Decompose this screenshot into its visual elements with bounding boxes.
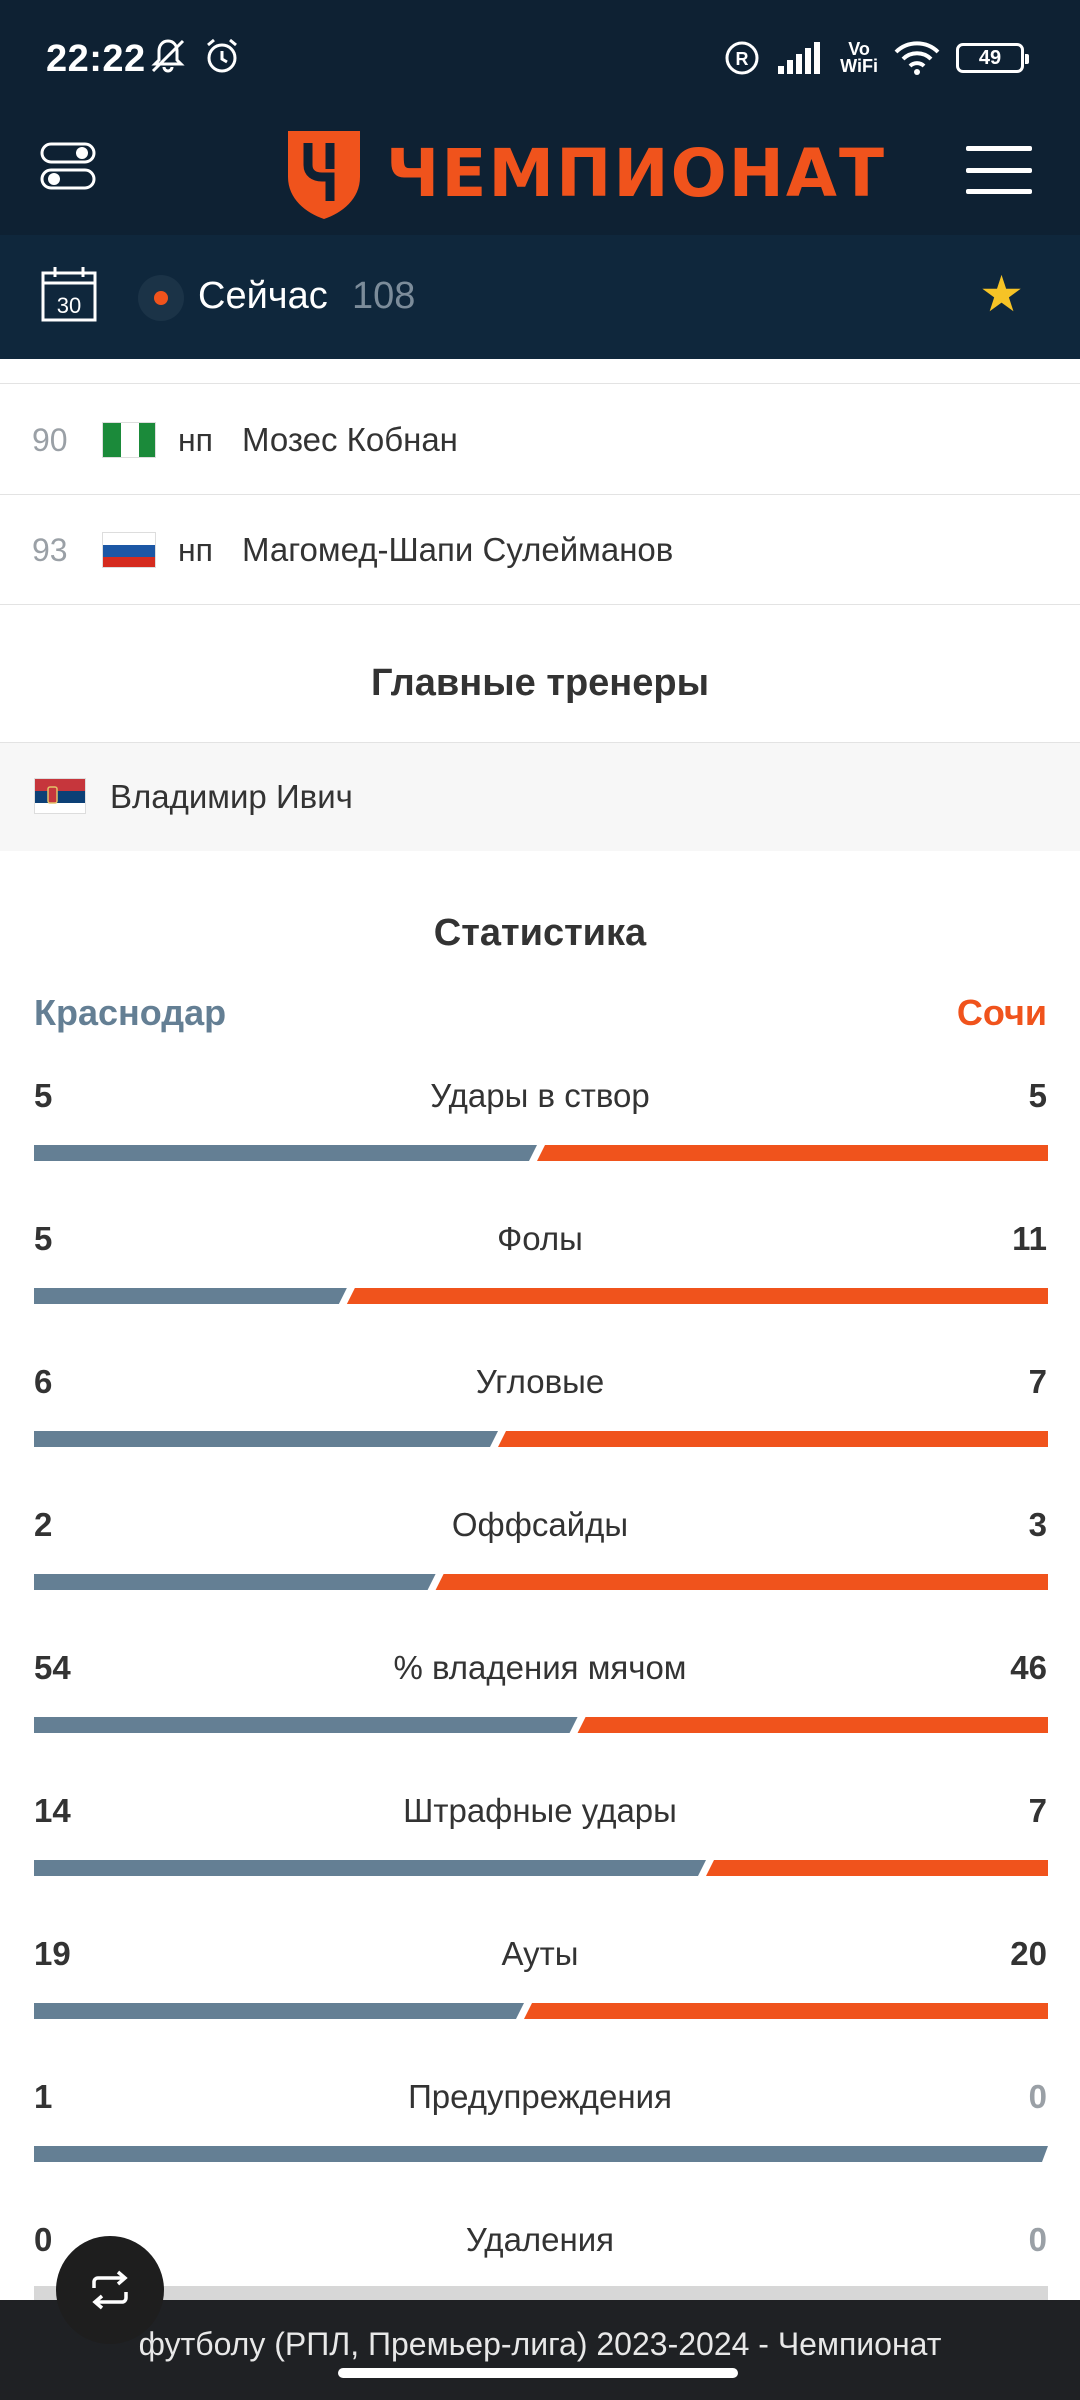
stat-row: 5 Удары в створ 5	[0, 1077, 1080, 1220]
stat-bar-home	[34, 1574, 436, 1590]
stat-bar-away	[435, 1574, 1048, 1590]
serbia-flag-icon	[34, 778, 86, 814]
statistics-title: Статистика	[433, 912, 647, 954]
stat-bar	[34, 1574, 1048, 1590]
now-count: 108	[352, 275, 416, 317]
stat-bar-home	[34, 1288, 347, 1304]
player-role: нп	[178, 421, 213, 458]
stat-row: 6 Угловые 7	[0, 1363, 1080, 1506]
stat-bar-home	[34, 2003, 524, 2019]
away-team-name: Сочи	[956, 992, 1047, 1033]
signal-icon	[778, 42, 821, 74]
svg-text:R: R	[736, 49, 749, 69]
stat-bar-home	[34, 1860, 706, 1876]
stat-label: Предупреждения	[408, 2078, 672, 2115]
coaches-title: Главные тренеры	[370, 662, 710, 704]
stat-bar-away	[346, 1288, 1048, 1304]
stat-away-value: 3	[1028, 1506, 1047, 1543]
list-item[interactable]: 90 нп Мозес Кобнан	[0, 386, 1080, 494]
battery-indicator: 49	[956, 43, 1029, 73]
player-number: 93	[32, 531, 68, 568]
coach-row[interactable]: Владимир Ивич	[0, 743, 1080, 851]
player-name[interactable]: Магомед-Шапи Сулейманов	[242, 531, 673, 569]
status-time: 22:22	[46, 38, 146, 80]
home-team-name: Краснодар	[34, 992, 227, 1033]
repeat-icon	[92, 2270, 128, 2310]
stat-label: Штрафные удары	[403, 1792, 677, 1829]
player-role: нп	[178, 531, 213, 568]
stat-label: % владения мячом	[393, 1649, 687, 1686]
list-item[interactable]: 93 нп Магомед-Шапи Сулейманов	[0, 496, 1080, 604]
stat-away-value: 0	[1028, 2078, 1047, 2115]
stat-away-value: 11	[1012, 1220, 1047, 1257]
vowifi-indicator: Vo WiFi	[840, 39, 878, 76]
stat-bar-away	[706, 1860, 1048, 1876]
wifi-icon	[894, 41, 940, 75]
page-title: футболу (РПЛ, Премьер-лига) 2023-2024 - …	[138, 2326, 942, 2362]
stat-away-value: 0	[1028, 2221, 1047, 2258]
now-label[interactable]: Сейчас	[198, 275, 328, 318]
stat-bar	[34, 2146, 1048, 2162]
stat-row: 5 Фолы 11	[0, 1220, 1080, 1363]
gesture-nav-handle[interactable]	[338, 2368, 738, 2378]
stat-bar	[34, 1288, 1048, 1304]
status-right-icons: R Vo WiFi 49	[724, 39, 1029, 76]
stat-row: 1 Предупреждения 0	[0, 2078, 1080, 2221]
stat-bar-home	[34, 1717, 578, 1733]
filters-toggle-icon[interactable]	[40, 138, 96, 194]
stat-bar	[34, 1145, 1048, 1161]
stat-bar-home	[34, 1431, 498, 1447]
stat-away-value: 20	[1010, 1935, 1047, 1972]
stat-bar	[34, 2003, 1048, 2019]
stat-bar-away	[577, 1717, 1048, 1733]
favorites-star-icon[interactable]: ★	[979, 269, 1024, 319]
status-bar: 22:22 R Vo WiFi 49	[0, 0, 1080, 110]
registered-icon: R	[725, 41, 759, 75]
championat-shield-icon	[288, 131, 360, 219]
calendar-icon[interactable]: 30	[40, 265, 98, 323]
divider	[0, 383, 1080, 384]
player-name[interactable]: Мозес Кобнан	[242, 421, 458, 459]
stat-label: Удары в створ	[430, 1077, 650, 1114]
stat-label: Оффсайды	[451, 1506, 629, 1543]
stat-bar-away	[524, 2003, 1048, 2019]
alarm-icon	[207, 38, 237, 73]
stat-bar	[34, 1860, 1048, 1876]
app-header: ЧЕМПИОНАТ	[0, 110, 1080, 235]
stat-bar	[34, 1431, 1048, 1447]
refresh-button[interactable]	[56, 2236, 164, 2344]
status-left-icons	[148, 36, 242, 76]
stat-row: 19 Ауты 20	[0, 1935, 1080, 2078]
stat-label: Ауты	[501, 1935, 579, 1972]
bottom-page-title-bar: футболу (РПЛ, Премьер-лига) 2023-2024 - …	[0, 2300, 1080, 2400]
stat-bar-home	[34, 2146, 1048, 2162]
nigeria-flag-icon	[102, 422, 156, 458]
stat-away-value: 5	[1028, 1077, 1047, 1114]
stat-label: Удаления	[465, 2221, 615, 2258]
stat-label: Фолы	[497, 1220, 583, 1257]
coach-name[interactable]: Владимир Ивич	[110, 778, 353, 816]
calendar-day: 30	[57, 293, 81, 318]
stat-row: 54% владения мячом 46	[0, 1649, 1080, 1792]
logo[interactable]: ЧЕМПИОНАТ	[284, 118, 886, 228]
live-indicator[interactable]	[138, 275, 184, 321]
stat-label: Угловые	[475, 1363, 605, 1400]
stat-away-value: 7	[1028, 1792, 1047, 1829]
divider	[0, 494, 1080, 495]
stat-row: 2 Оффсайды 3	[0, 1506, 1080, 1649]
divider	[0, 604, 1080, 605]
stat-bar-away	[498, 1431, 1048, 1447]
stat-away-value: 46	[1010, 1649, 1047, 1686]
stat-bar-away	[537, 1145, 1048, 1161]
mute-notifications-icon	[151, 39, 185, 73]
menu-icon[interactable]	[966, 146, 1032, 194]
live-bar: 30 Сейчас 108 ★	[0, 235, 1080, 359]
logo-text: ЧЕМПИОНАТ	[386, 134, 887, 212]
stat-away-value: 7	[1028, 1363, 1047, 1400]
stat-row: 14 Штрафные удары 7	[0, 1792, 1080, 1935]
stat-bar-home	[34, 1145, 537, 1161]
russia-flag-icon	[102, 532, 156, 568]
stat-bar	[34, 1717, 1048, 1733]
player-number: 90	[32, 421, 68, 458]
